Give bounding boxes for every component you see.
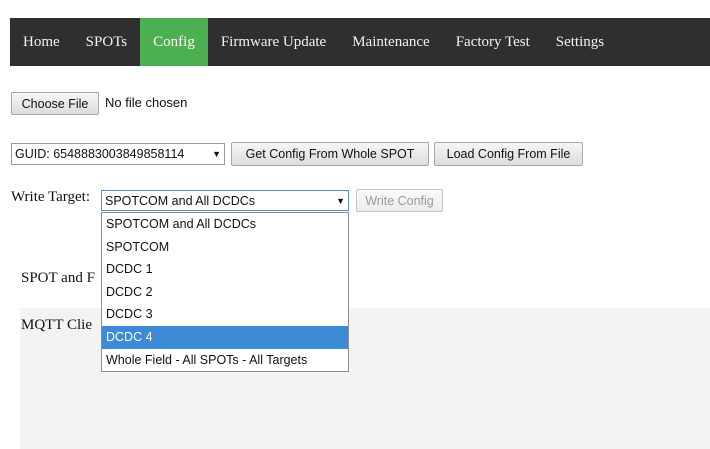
option-spotcom[interactable]: SPOTCOM	[102, 236, 348, 259]
chevron-down-icon: ▼	[212, 149, 221, 159]
nav-settings[interactable]: Settings	[543, 18, 617, 66]
nav-home[interactable]: Home	[10, 18, 73, 66]
option-dcdc-2[interactable]: DCDC 2	[102, 281, 348, 304]
guid-select[interactable]: GUID: 6548883003849858114 ▼	[11, 143, 225, 165]
spot-section-label: SPOT and F	[21, 270, 95, 286]
option-dcdc-4[interactable]: DCDC 4	[102, 325, 348, 349]
get-config-button[interactable]: Get Config From Whole SPOT	[231, 142, 429, 166]
nav-maintenance[interactable]: Maintenance	[339, 18, 442, 66]
guid-selected-value: GUID: 6548883003849858114	[15, 147, 185, 161]
option-spotcom-all-dcdcs[interactable]: SPOTCOM and All DCDCs	[102, 213, 348, 236]
nav-spots[interactable]: SPOTs	[73, 18, 140, 66]
main-nav: Home SPOTs Config Firmware Update Mainte…	[10, 18, 710, 66]
chevron-down-icon: ▼	[336, 195, 345, 206]
nav-firmware-update[interactable]: Firmware Update	[208, 18, 339, 66]
write-target-dropdown: SPOTCOM and All DCDCs SPOTCOM DCDC 1 DCD…	[101, 212, 349, 373]
option-dcdc-1[interactable]: DCDC 1	[102, 258, 348, 281]
file-status-text: No file chosen	[105, 95, 188, 110]
nav-config[interactable]: Config	[140, 18, 208, 66]
choose-file-button[interactable]: Choose File	[11, 92, 99, 115]
nav-factory-test[interactable]: Factory Test	[443, 18, 543, 66]
write-config-button[interactable]: Write Config	[356, 189, 443, 212]
write-target-label: Write Target:	[11, 189, 91, 205]
write-target-selected-value: SPOTCOM and All DCDCs	[105, 193, 256, 208]
option-whole-field[interactable]: Whole Field - All SPOTs - All Targets	[102, 349, 348, 372]
load-config-button[interactable]: Load Config From File	[434, 142, 583, 166]
write-target-select[interactable]: SPOTCOM and All DCDCs ▼	[101, 190, 349, 211]
mqtt-section-label: MQTT Clie	[21, 317, 92, 333]
option-dcdc-3[interactable]: DCDC 3	[102, 303, 348, 326]
